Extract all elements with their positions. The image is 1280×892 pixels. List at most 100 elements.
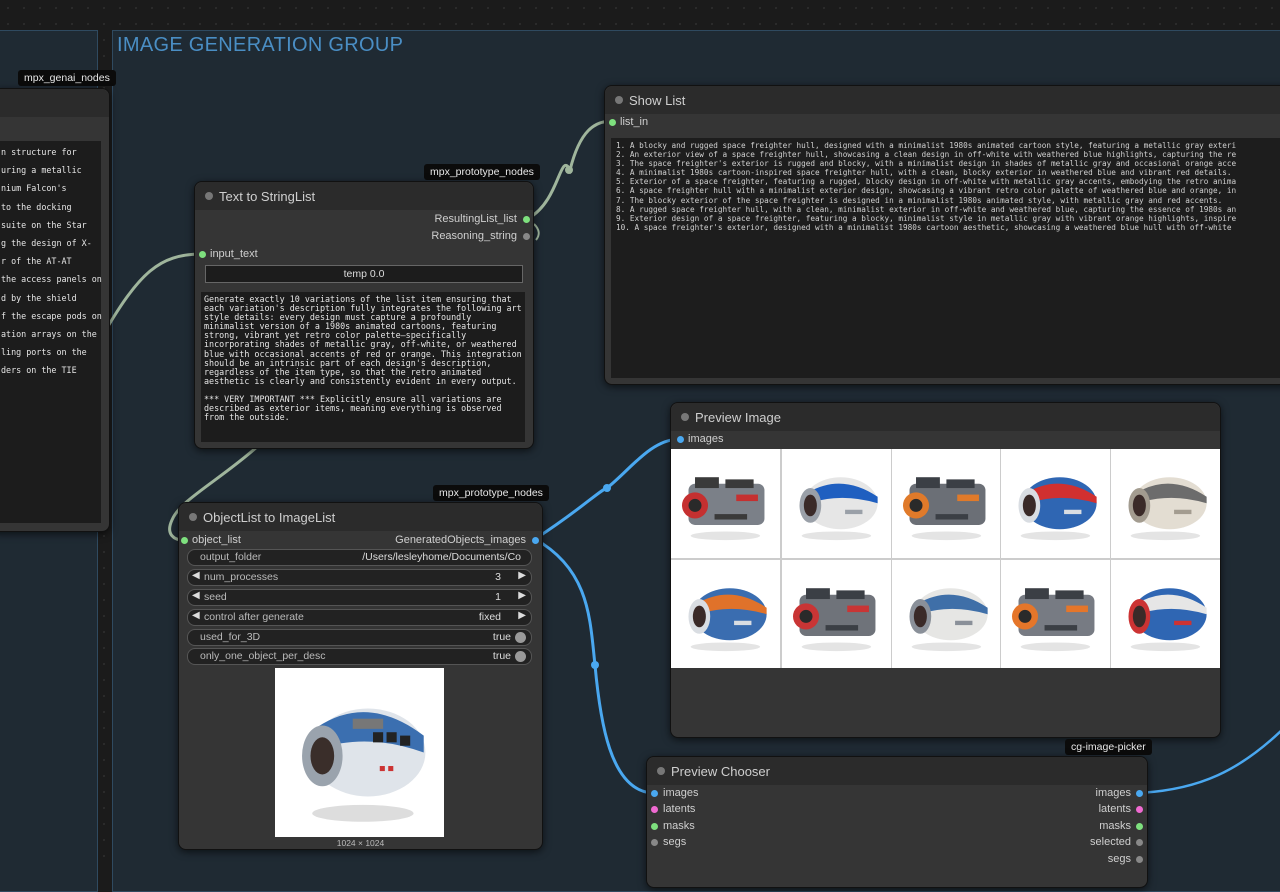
collapse-dot-icon[interactable] xyxy=(205,192,213,200)
decrement-icon[interactable]: ◀ xyxy=(192,570,200,581)
output-selected-label: selected xyxy=(1090,836,1131,848)
left-node-line: nium Falcon's xyxy=(1,183,67,194)
left-node-line: to the docking xyxy=(1,201,72,212)
left-node-line: g the design of X- xyxy=(1,238,92,249)
output-masks-label: masks xyxy=(1099,820,1131,832)
output-resultinglist-port[interactable] xyxy=(523,216,530,223)
used-for-3d-toggle[interactable]: used_for_3D true xyxy=(187,629,532,646)
decrement-icon[interactable]: ◀ xyxy=(192,590,200,601)
thumbnail-blue-white-pod[interactable] xyxy=(1111,559,1220,668)
collapse-dot-icon[interactable] xyxy=(189,513,197,521)
left-node-text[interactable]: n structure for uring a metallic nium Falc… xyxy=(0,141,102,523)
show-list-title-bar[interactable]: Show List xyxy=(605,86,1280,114)
seed-stepper[interactable]: ◀ seed 1 ▶ xyxy=(187,589,532,606)
input-segs-port[interactable] xyxy=(651,839,658,846)
left-node-badge: mpx_genai_nodes xyxy=(18,70,116,86)
toggle-knob-icon[interactable] xyxy=(515,632,526,643)
show-list-line: 8. A rugged space freighter hull, with a… xyxy=(616,204,1237,214)
left-node[interactable]: n structure for uring a metallic nium Falc… xyxy=(0,88,110,532)
preview-thumbnail-grid[interactable] xyxy=(671,449,1220,668)
text-to-stringlist-title-bar[interactable]: Text to StringList xyxy=(195,182,533,210)
thumbnail-white-blue-pod[interactable] xyxy=(891,559,1001,668)
node-title: Preview Chooser xyxy=(671,764,770,779)
num-processes-stepper[interactable]: ◀ num_processes 3 ▶ xyxy=(187,569,532,586)
show-list-line: 1. A blocky and rugged space freighter h… xyxy=(616,141,1237,150)
preview-image-node[interactable]: Preview Image images xyxy=(670,402,1221,738)
output-masks-port[interactable] xyxy=(1136,823,1143,830)
objectlist-title-bar[interactable]: ObjectList to ImageList xyxy=(179,503,542,531)
only-one-object-value: true xyxy=(492,650,511,662)
show-list-node[interactable]: Show List list_in 1. A blocky and rugged… xyxy=(604,85,1280,385)
input-text-label: input_text xyxy=(210,248,258,260)
temp-widget[interactable]: temp 0.0 xyxy=(205,265,523,283)
images-port[interactable] xyxy=(677,436,684,443)
show-list-output[interactable]: 1. A blocky and rugged space freighter h… xyxy=(611,138,1280,378)
objectlist-node[interactable]: ObjectList to ImageList object_list Gene… xyxy=(178,502,543,850)
show-list-line: 9. Exterior design of a space freighter,… xyxy=(616,213,1237,223)
image-size-label: 1024 × 1024 xyxy=(336,838,385,848)
thumbnail-gray-orange-blocky-ship[interactable] xyxy=(891,449,1001,558)
input-masks-port[interactable] xyxy=(651,823,658,830)
left-node-line: uring a metallic xyxy=(1,165,82,176)
ship-image xyxy=(1018,477,1098,541)
object-list-port[interactable] xyxy=(181,537,188,544)
used-for-3d-value: true xyxy=(492,631,511,643)
only-one-object-toggle[interactable]: only_one_object_per_desc true xyxy=(187,648,532,665)
generatedobjects-port[interactable] xyxy=(532,537,539,544)
text-to-stringlist-badge: mpx_prototype_nodes xyxy=(424,164,540,180)
thumbnail-blue-red-pod[interactable] xyxy=(1001,449,1111,558)
thumbnail-blue-orange-pod[interactable] xyxy=(671,559,780,668)
left-node-title-bar[interactable] xyxy=(0,89,109,117)
output-selected-port[interactable] xyxy=(1136,839,1143,846)
output-reasoning-label: Reasoning_string xyxy=(431,230,517,242)
control-after-generate-label: control after generate xyxy=(204,611,304,623)
output-images-label: images xyxy=(1095,787,1131,799)
thumbnail-gray-red-freighter[interactable] xyxy=(671,449,780,558)
ship-image xyxy=(681,477,765,541)
prompt-textarea[interactable]: Generate exactly 10 variations of the li… xyxy=(201,292,525,442)
list-in-port[interactable] xyxy=(609,119,616,126)
output-segs-port[interactable] xyxy=(1136,856,1143,863)
show-list-line: 6. A space freighter hull with a minimal… xyxy=(616,186,1237,196)
ship-image xyxy=(902,477,986,541)
input-text-port[interactable] xyxy=(199,251,206,258)
increment-icon[interactable]: ▶ xyxy=(518,610,526,621)
temp-value: 0.0 xyxy=(369,268,385,280)
left-node-line: ling ports on the xyxy=(1,347,87,358)
text-to-stringlist-node[interactable]: Text to StringList ResultingList_list Re… xyxy=(194,181,534,449)
input-masks-label: masks xyxy=(663,820,695,832)
preview-image-title-bar[interactable]: Preview Image xyxy=(671,403,1220,431)
thumbnail-gray-red-blocky-ship[interactable] xyxy=(781,559,891,668)
collapse-dot-icon[interactable] xyxy=(615,96,623,104)
thumbnail-white-gray-pod[interactable] xyxy=(1111,449,1220,558)
increment-icon[interactable]: ▶ xyxy=(518,570,526,581)
ship-image xyxy=(1128,587,1207,651)
input-latents-port[interactable] xyxy=(651,806,658,813)
output-reasoning-port[interactable] xyxy=(523,233,530,240)
control-after-generate-combo[interactable]: ◀ control after generate fixed ▶ xyxy=(187,609,532,626)
generated-image-preview[interactable] xyxy=(275,668,444,837)
toggle-knob-icon[interactable] xyxy=(515,651,526,662)
decrement-icon[interactable]: ◀ xyxy=(192,610,200,621)
increment-icon[interactable]: ▶ xyxy=(518,590,526,601)
preview-chooser-title-bar[interactable]: Preview Chooser xyxy=(647,757,1147,785)
thumbnail-white-blue-window-pod[interactable] xyxy=(781,449,891,558)
collapse-dot-icon[interactable] xyxy=(657,767,665,775)
left-node-line: ation arrays on the xyxy=(1,329,97,340)
show-list-line: 5. Exterior of a space freighter, featur… xyxy=(616,177,1237,187)
objectlist-badge: mpx_prototype_nodes xyxy=(433,485,549,501)
collapse-dot-icon[interactable] xyxy=(681,413,689,421)
seed-value: 1 xyxy=(495,591,501,603)
output-resultinglist-label: ResultingList_list xyxy=(434,213,517,225)
show-list-line: 3. The space freighter's exterior is rug… xyxy=(616,159,1237,169)
output-images-port[interactable] xyxy=(1136,790,1143,797)
left-node-line: r of the AT-AT xyxy=(1,256,72,267)
output-folder-field[interactable]: output_folder /Users/lesleyhome/Document… xyxy=(187,549,532,566)
input-images-port[interactable] xyxy=(651,790,658,797)
output-latents-port[interactable] xyxy=(1136,806,1143,813)
control-after-generate-value: fixed xyxy=(478,611,501,623)
images-label: images xyxy=(688,433,724,445)
thumbnail-gray-orange-engine-ship[interactable] xyxy=(1001,559,1111,668)
show-list-line: 4. A minimalist 1980s cartoon-inspired s… xyxy=(616,168,1232,178)
preview-chooser-node[interactable]: Preview Chooser images latents masks seg… xyxy=(646,756,1148,888)
